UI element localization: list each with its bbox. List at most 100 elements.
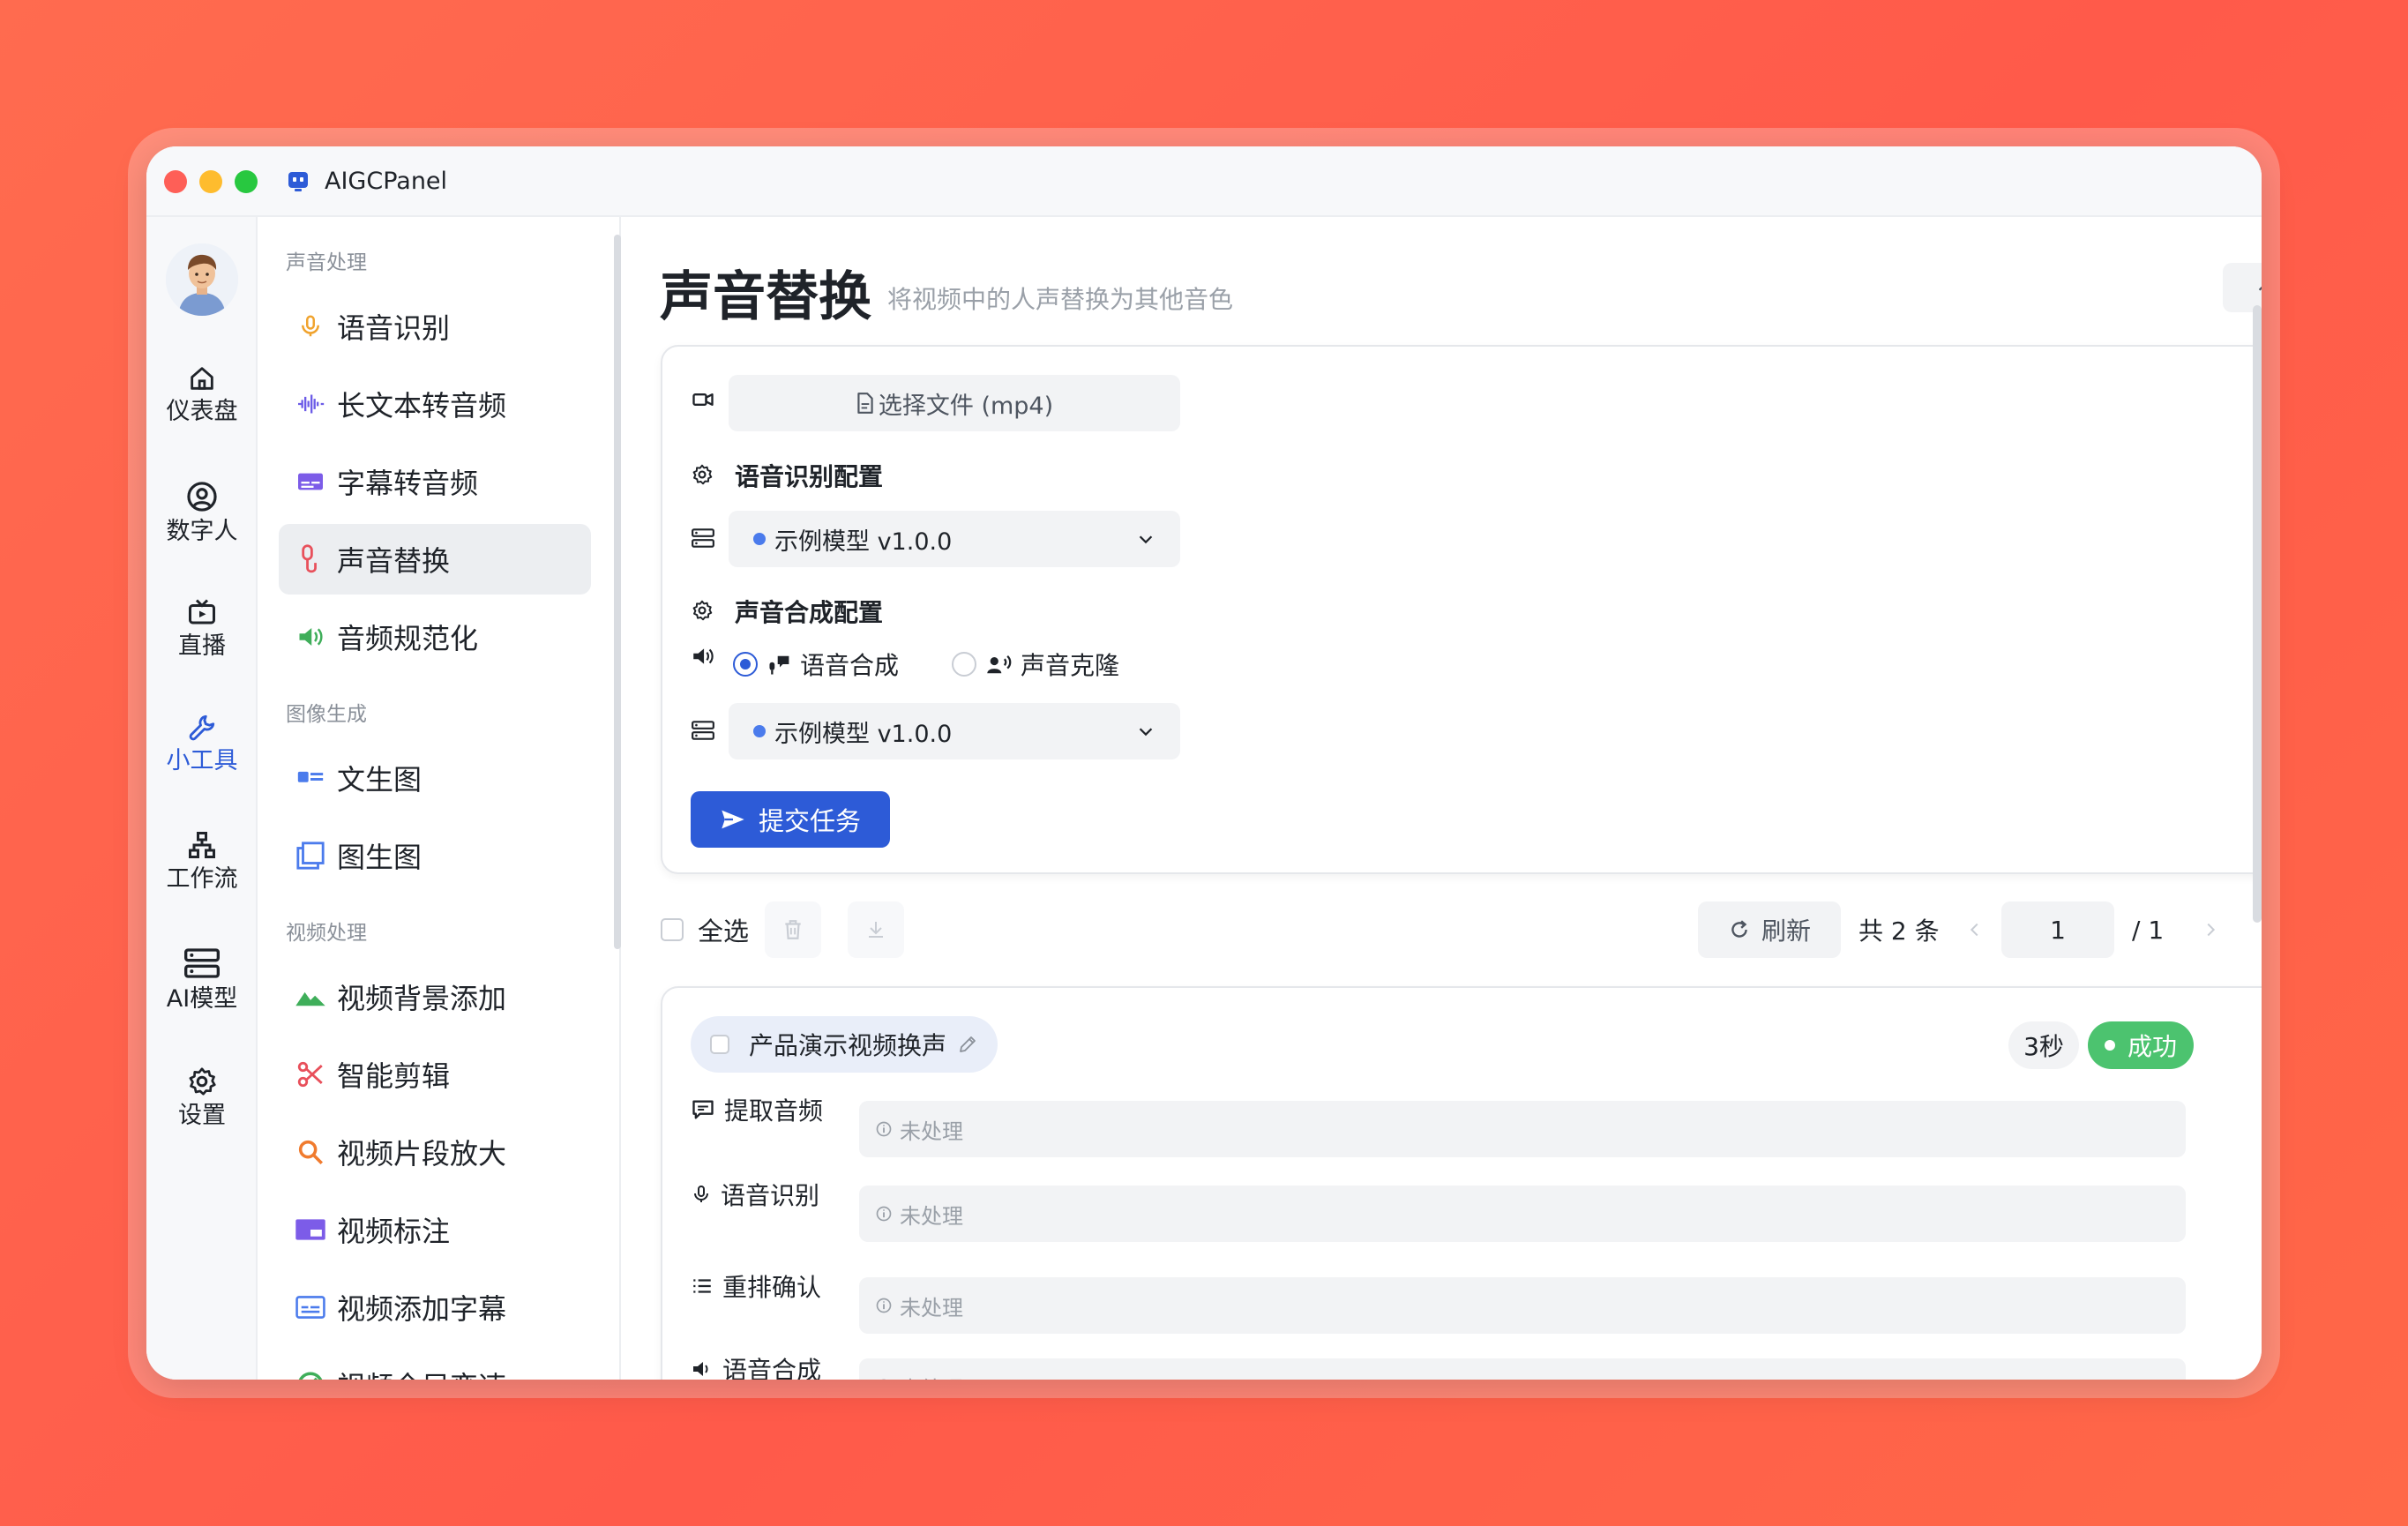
step-result-box: 未处理 [859,1101,2186,1157]
nav-workflow[interactable]: 工作流 [146,829,258,894]
select-file-button[interactable]: 选择文件 (mp4) [729,375,1180,431]
waveform-icon [298,394,325,414]
step-status: 未处理 [900,1203,963,1229]
voice-synthesis-icon [769,655,789,675]
mountain-icon [295,991,325,1006]
menu-item-audio-normalize[interactable]: 音频规范化 [279,602,591,672]
menu-item-label: 语音识别 [337,311,451,345]
task-duration-badge: 3秒 [2008,1021,2079,1069]
task-title-chip[interactable]: 产品演示视频换声 [691,1016,998,1073]
title-bar: AIGCPanel [146,146,2262,217]
avatar[interactable] [166,243,238,316]
speaker-icon [299,628,323,646]
nav-label: 设置 [178,1102,226,1129]
menu-item-asr[interactable]: 语音识别 [279,291,591,362]
menu-item-video-background[interactable]: 视频背景添加 [279,961,591,1032]
status-dot [2104,1040,2115,1051]
close-window-button[interactable] [164,170,187,193]
menu-item-text-to-image[interactable]: 文生图 [279,743,591,813]
section-title: 图像生成 [286,703,367,726]
menu-scrollbar[interactable] [614,235,621,949]
app-window: AIGCPanel 仪表盘 数字人 直播 小工具 工作流 AI模型 设置 声音处… [146,146,2262,1380]
app-logo-icon [288,172,308,191]
menu-item-video-subtitle[interactable]: 视频添加字幕 [279,1272,591,1343]
checkbox[interactable] [661,918,684,941]
chevron-right-icon [2207,923,2216,937]
download-selected-button[interactable] [848,901,904,958]
user-circle-icon [187,482,217,512]
main-content: 声音替换 将视频中的人声替换为其他音色 说明 选择文件 (mp4) 语音识别配置… [623,217,2262,1380]
select-all-label: 全选 [698,916,750,946]
maximize-window-button[interactable] [235,170,258,193]
submit-task-button[interactable]: 提交任务 [691,791,890,848]
home-icon [191,367,213,390]
page-input[interactable]: 1 [2001,901,2114,958]
tts-mode-radio-group: 语音合成 声音克隆 [733,647,1119,682]
gear-icon [189,1067,216,1096]
menu-item-label: 视频片段放大 [337,1137,507,1171]
tts-option-clone-radio[interactable] [952,652,977,677]
task-form-card: 选择文件 (mp4) 语音识别配置 示例模型 v1.0.0 声音合成配置 语音合… [661,345,2262,874]
nav-dashboard[interactable]: 仪表盘 [146,363,258,427]
delete-selected-button[interactable] [765,901,821,958]
step-status: 未处理 [900,1372,963,1380]
model-status-dot [753,725,766,737]
tts-model-select[interactable]: 示例模型 v1.0.0 [729,703,1180,759]
menu-item-label: 字幕转音频 [337,467,479,500]
section-title: 声音处理 [286,251,367,274]
tts-option-1-label: 语音合成 [800,651,900,680]
nav-digital-human[interactable]: 数字人 [146,480,258,547]
nav-settings[interactable]: 设置 [146,1066,258,1131]
download-icon [869,922,883,938]
menu-item-voice-replace[interactable]: 声音替换 [279,524,591,595]
step-label: 重排确认 [691,1268,821,1304]
menu-item-label: 视频全局变速 [337,1365,506,1380]
caption-icon [295,1296,325,1319]
text-image-icon [297,771,324,782]
menu-item-video-speed[interactable]: 视频全局变速 [279,1350,591,1380]
refresh-button[interactable]: 刷新 [1698,901,1841,958]
scissors-icon [297,1061,323,1088]
asr-model-select[interactable]: 示例模型 v1.0.0 [729,511,1180,567]
status-label: 成功 [2127,1032,2177,1061]
prev-page-button[interactable] [1962,901,1988,958]
chevron-down-icon [1139,728,1153,737]
tts-option-synthesis-radio[interactable] [733,652,758,677]
speedometer-icon [298,1372,323,1380]
refresh-icon [1731,920,1747,938]
menu-item-video-zoom[interactable]: 视频片段放大 [279,1117,591,1187]
nav-live[interactable]: 直播 [146,596,258,662]
chevron-left-icon [1970,923,1978,937]
menu-item-smart-edit[interactable]: 智能剪辑 [279,1039,591,1110]
step-label: 语音识别 [691,1177,819,1212]
magnifier-icon [298,1140,324,1165]
tts-option-synthesis: 语音合成 [767,647,899,682]
info-icon [876,1121,892,1137]
info-icon [881,1379,886,1380]
nav-tools[interactable]: 小工具 [146,713,258,776]
edit-pencil-icon[interactable] [957,1034,978,1055]
menu-item-image-to-image[interactable]: 图生图 [279,820,591,891]
menu-item-video-annotate[interactable]: 视频标注 [279,1194,591,1265]
status-badge: 成功 [2088,1021,2194,1069]
refresh-label: 刷新 [1761,916,1811,946]
menu-item-subtitle-to-audio[interactable]: 字幕转音频 [279,446,591,517]
list-icon [693,1279,711,1293]
gear-icon [692,464,713,485]
nav-ai-models[interactable]: AI模型 [146,946,258,1014]
total-count: 共 2 条 [1858,916,1940,946]
file-icon [857,393,873,414]
nav-label: 小工具 [166,747,238,774]
menu-item-long-text-to-audio[interactable]: 长文本转音频 [279,369,591,439]
select-all-checkbox[interactable]: 全选 [661,901,749,958]
minimize-window-button[interactable] [199,170,222,193]
main-scrollbar[interactable] [2253,305,2262,923]
task-checkbox[interactable] [710,1035,729,1054]
next-page-button[interactable] [2197,901,2224,958]
step-name: 提取音频 [724,1096,824,1126]
model-status-dot [753,533,766,545]
tts-option-clone: 声音克隆 [985,647,1119,682]
primary-nav: 仪表盘 数字人 直播 小工具 工作流 AI模型 设置 [146,217,258,1380]
chevron-down-icon [1139,535,1153,544]
nav-label: AI模型 [166,985,238,1013]
